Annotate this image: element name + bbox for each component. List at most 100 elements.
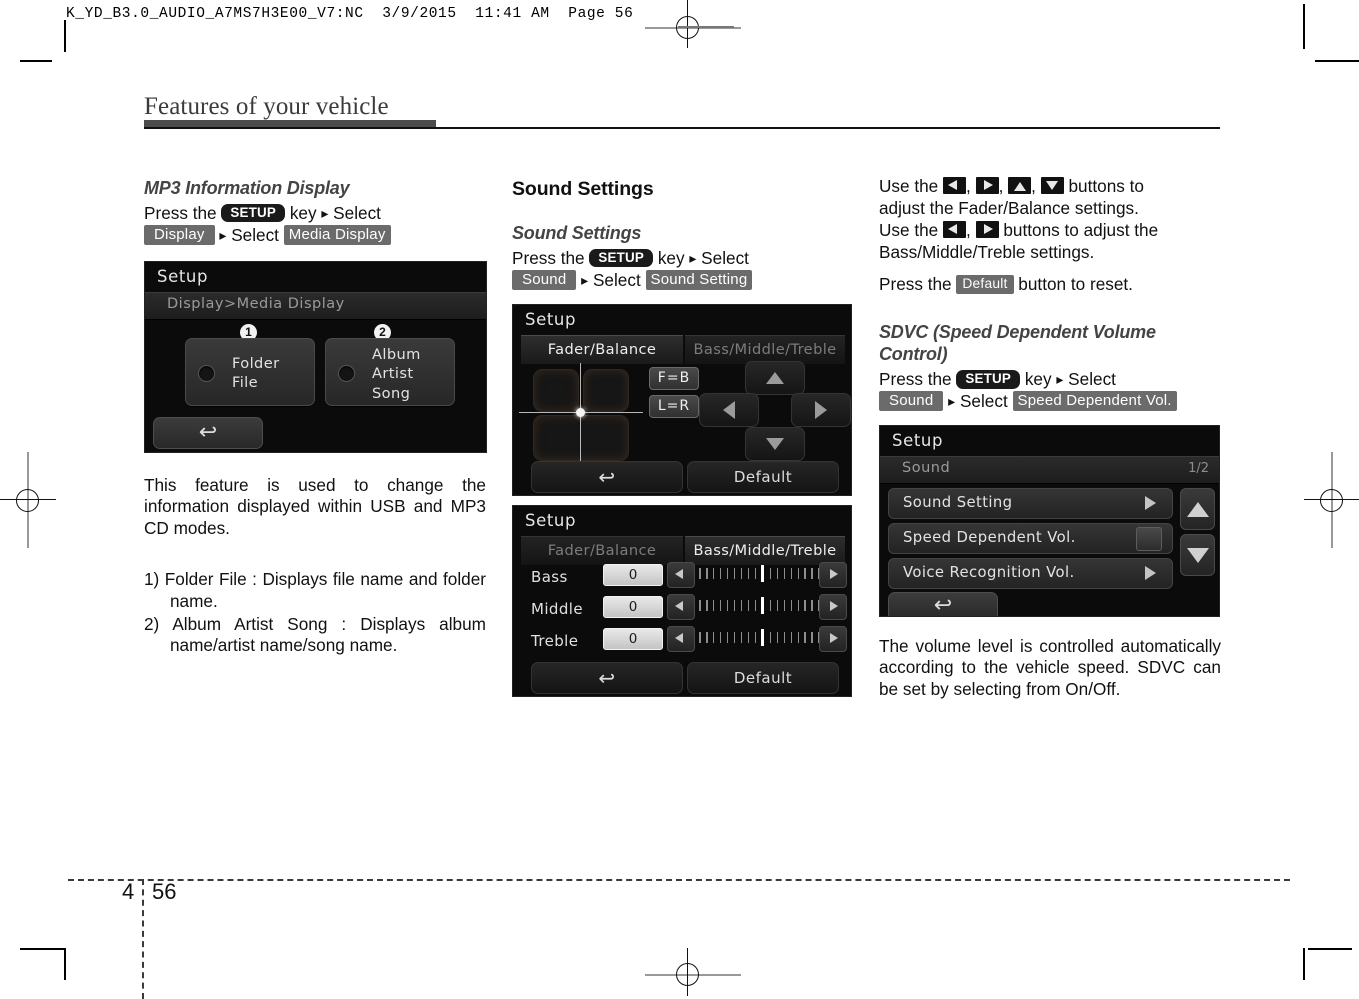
arrow-right-icon: ▸ [1056,371,1064,388]
sdvc-heading-line-2: Control) [879,344,948,365]
sound-menu-chip[interactable]: Sound [512,269,577,291]
tab-bass-middle-treble[interactable]: Bass/Middle/Treble [685,535,845,565]
screen-title: Setup [157,266,209,286]
checkbox-icon[interactable] [1136,527,1162,552]
arrow-right-icon-2: ▸ [948,392,956,409]
left-column: MP3 Information Display Press the SETUP … [144,178,487,658]
select-label-1: Select [1068,369,1116,390]
option-line-1: Folder [232,354,280,372]
list-item-sound-setting[interactable]: Sound Setting [888,487,1173,519]
press-the-label: Press the [512,247,585,268]
eq-value-middle: 0 [603,595,663,618]
list-item-speed-dependent-vol[interactable]: Speed Dependent Vol. [888,522,1173,554]
eq-label-treble: Treble [531,631,579,650]
seat-front-right [583,368,629,412]
fader-position-dot[interactable] [576,407,585,417]
pad-button-down[interactable] [745,426,805,461]
screenshot-media-display[interactable]: Setup Display>Media Display 1 2 Folder F… [144,260,487,453]
fader-balance-pad[interactable] [519,362,643,463]
page-indicator: 1/2 [1188,460,1209,476]
bass-middle-treble-settings-line: Bass/Middle/Treble settings. [879,241,1095,262]
breadcrumb-text: Sound [902,459,951,476]
scroll-up-button[interactable] [1180,487,1215,530]
sound-menu-chip[interactable]: Sound [879,390,944,412]
screen-title: Setup [525,510,577,530]
arrow-right-icon: ▸ [321,204,329,221]
tab-fader-balance[interactable]: Fader/Balance [521,334,683,364]
page-title: Features of your vehicle [144,93,389,120]
sdvc-description: The volume level is controlled automatic… [879,635,1221,699]
header-rule-line [144,127,1220,129]
crop-mark-top-left-vertical [64,20,66,52]
pad-button-right[interactable] [791,392,851,427]
screen-title: Setup [525,309,577,329]
sound-setting-menu-chip[interactable]: Sound Setting [645,269,753,291]
default-button-chip[interactable]: Default [956,275,1014,295]
crop-mark-top-left-horizontal [20,60,52,62]
sdvc-heading: SDVC (Speed Dependent Volume Control) [879,322,1221,366]
option-label-album-artist-song: Album Artist Song [372,345,421,404]
select-label-2: Select [231,224,279,245]
default-button[interactable]: Default [687,661,839,694]
screenshot-fader-balance[interactable]: Setup Fader/Balance Bass/Middle/Treble F… [512,303,852,496]
back-button[interactable]: ↩ [888,591,998,616]
mp3-description: This feature is used to change the infor… [144,474,486,538]
mp3-option-list: 1) Folder File : Displays file name and … [144,569,486,657]
screenshot-bass-middle-treble[interactable]: Setup Fader/Balance Bass/Middle/Treble B… [512,504,852,697]
tab-row: Fader/Balance Bass/Middle/Treble [513,334,851,364]
fb-equal-button[interactable]: F=B [649,366,699,390]
key-label: key [289,202,317,223]
back-button[interactable]: ↩ [531,460,683,493]
tab-bass-middle-treble[interactable]: Bass/Middle/Treble [685,334,845,364]
sdvc-heading-line-1: SDVC (Speed Dependent Volume [879,322,1156,343]
setup-key-chip[interactable]: SETUP [221,203,286,223]
media-display-menu-chip[interactable]: Media Display [283,224,391,246]
press-the-label: Press the [144,202,217,223]
eq-increase-treble[interactable] [819,625,847,652]
back-button[interactable]: ↩ [531,661,683,694]
use-the-label: Use the [879,176,939,196]
mp3-info-heading: MP3 Information Display [144,178,350,198]
comma-1: , [966,176,971,196]
eq-increase-bass[interactable] [819,561,847,588]
registration-mark-bottom [645,948,741,996]
key-label: key [657,247,685,268]
setup-key-chip[interactable]: SETUP [956,370,1021,389]
pad-button-left[interactable] [699,392,759,427]
radio-folder-file[interactable] [198,364,215,382]
crop-mark-top-right-horizontal [1315,60,1359,62]
back-button[interactable]: ↩ [153,416,263,449]
prepress-rule [678,26,734,28]
eq-decrease-middle[interactable] [667,593,695,620]
display-menu-chip[interactable]: Display [144,224,215,246]
pad-button-up[interactable] [745,360,805,395]
registration-mark-left [0,452,56,548]
use-the-label-2: Use the [879,219,939,240]
screenshot-sound-menu[interactable]: Setup Sound 1/2 Sound Setting Speed Depe… [879,424,1220,617]
option-card-folder-file[interactable]: Folder File [185,337,315,406]
footer-dashed-divider [142,879,144,999]
tab-fader-balance[interactable]: Fader/Balance [521,535,683,565]
list-item-voice-recognition-vol[interactable]: Voice Recognition Vol. [888,557,1173,589]
eq-decrease-bass[interactable] [667,561,695,588]
eq-decrease-treble[interactable] [667,625,695,652]
eq-value-treble: 0 [603,627,663,650]
eq-slider-middle[interactable] [699,594,827,618]
mp3-info-instruction: Press the SETUP key ▸ Select Display ▸ S… [144,203,486,247]
back-arrow-icon: ↩ [598,464,616,489]
press-the-label: Press the [879,369,952,390]
eq-slider-bass[interactable] [699,562,827,586]
lr-equal-button[interactable]: L=R [649,394,699,418]
eq-slider-treble[interactable] [699,626,827,650]
default-button[interactable]: Default [687,460,839,493]
setup-key-chip[interactable]: SETUP [589,248,654,268]
middle-column: Sound Settings Sound Settings Press the … [512,178,854,697]
scroll-down-button[interactable] [1180,533,1215,576]
eq-increase-middle[interactable] [819,593,847,620]
option-label-folder-file: Folder File [232,354,280,393]
option-card-album-artist-song[interactable]: Album Artist Song [325,337,455,406]
registration-mark-top [645,0,741,48]
radio-album-artist-song[interactable] [338,364,355,382]
arrow-right-icon-2: ▸ [219,226,227,243]
speed-dependent-vol-chip[interactable]: Speed Dependent Vol. [1012,390,1177,412]
